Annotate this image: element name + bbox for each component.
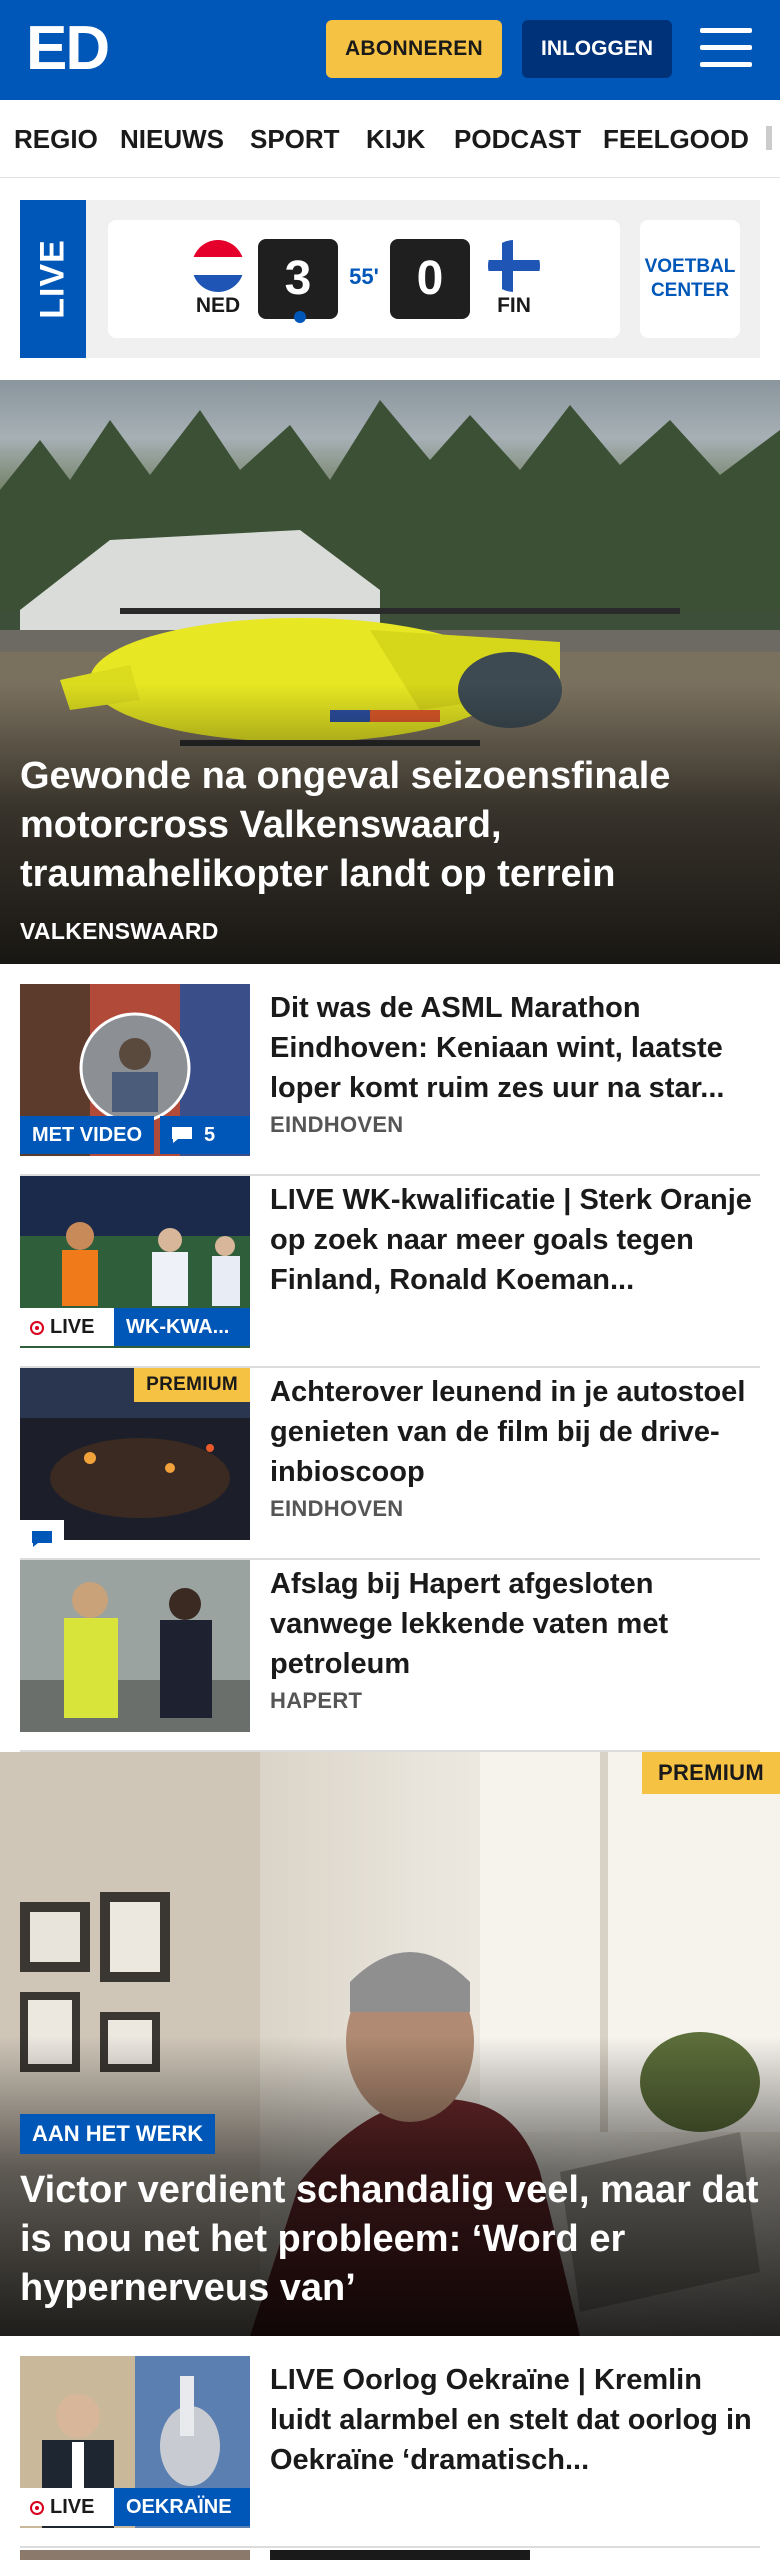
article-title[interactable]: Afslag bij Hapert afgesloten vanwege lek… [270,1564,760,1684]
comment-icon [32,1531,52,1547]
category-badge: OEKRAÏNE [114,2488,250,2526]
subscribe-button[interactable]: ABONNEREN [326,20,502,78]
site-header: ED ABONNEREN INLOGGEN [0,0,780,100]
premium-badge: PREMIUM [642,1752,780,1794]
list-item[interactable]: LIVE OEKRAÏNE LIVE Oorlog Oekraïne | Kre… [20,2356,760,2548]
feature-title[interactable]: Victor verdient schandalig veel, maar da… [20,2166,760,2313]
hero-location: VALKENSWAARD [20,918,219,944]
match-minute: 55' [349,264,379,289]
finland-flag-icon [488,240,540,292]
premium-feature-article[interactable]: PREMIUM AAN HET WERK Victor verdient sch… [0,1752,780,2336]
article-location: HAPERT [270,1688,363,1713]
voetbal-center-button[interactable]: VOETBAL CENTER [640,220,740,338]
list-item[interactable]: Afslag bij Hapert afgesloten vanwege lek… [20,1560,760,1752]
voetbal-center-line1: VOETBAL [644,256,736,277]
home-team-code: NED [195,294,241,317]
category-badge: WK-KWA... [114,1308,250,1346]
netherlands-flag-icon [192,240,244,292]
article-title[interactable]: LIVE Oorlog Oekraïne | Kremlin luidt ala… [270,2360,760,2480]
live-badge: LIVE [20,2488,114,2526]
live-dot-icon [30,2501,44,2515]
live-dot-icon [30,1321,44,1335]
comment-count[interactable]: 5 [160,1116,250,1154]
goal-indicator-dot [294,311,306,323]
nav-item-regio[interactable]: REGIO [14,100,98,177]
next-article-thumbnail-peek [20,2550,250,2560]
comment-button[interactable] [20,1520,64,1558]
section-nav: REGIO NIEUWS SPORT KIJK PODCAST FEELGOOD [0,100,780,178]
list-item[interactable]: LIVE WK-KWA... LIVE WK-kwalificatie | St… [20,1176,760,1368]
article-thumbnail [20,1560,250,1732]
away-team-code: FIN [497,294,531,317]
nav-item-sport[interactable]: SPORT [250,100,340,177]
live-label: LIVE [20,200,86,358]
nav-item-feelgood[interactable]: FEELGOOD [603,100,749,177]
video-badge: MET VIDEO [20,1116,155,1154]
nav-item-kijk[interactable]: KIJK [366,100,425,177]
site-logo[interactable]: ED [26,18,110,80]
list-item[interactable]: PREMIUM Achterover leunend in je autosto… [20,1368,760,1560]
article-title[interactable]: LIVE WK-kwalificatie | Sterk Oranje op z… [270,1180,760,1300]
article-location: EINDHOVEN [270,1496,404,1521]
article-title[interactable]: Achterover leunend in je autostoel genie… [270,1372,760,1492]
hero-article[interactable]: Gewonde na ongeval seizoensfinale motorc… [0,380,780,964]
article-title[interactable]: Dit was de ASML Marathon Eindhoven: Keni… [270,988,760,1108]
nav-overflow-indicator [766,126,772,150]
match-card[interactable]: NED 3 55' 0 FIN [108,220,620,338]
live-badge: LIVE [20,1308,114,1346]
hamburger-menu-icon[interactable] [700,26,752,70]
article-location: EINDHOVEN [270,1112,404,1137]
login-button[interactable]: INLOGGEN [522,20,672,78]
home-score: 3 [258,239,338,323]
feature-category-badge: AAN HET WERK [20,2114,216,2154]
premium-badge: PREMIUM [134,1368,250,1402]
voetbal-center-line2: CENTER [650,280,730,301]
nav-item-nieuws[interactable]: NIEUWS [120,100,224,177]
list-item[interactable]: MET VIDEO 5 Dit was de ASML Marathon Ein… [20,984,760,1176]
nav-item-podcast[interactable]: PODCAST [454,100,581,177]
comment-icon [172,1127,192,1143]
hero-title[interactable]: Gewonde na ongeval seizoensfinale motorc… [20,752,760,899]
away-score: 0 [390,239,470,319]
live-score-widget: LIVE NED 3 55' 0 FIN VOETBAL CENTER [20,200,760,358]
next-article-title-peek [270,2550,530,2560]
